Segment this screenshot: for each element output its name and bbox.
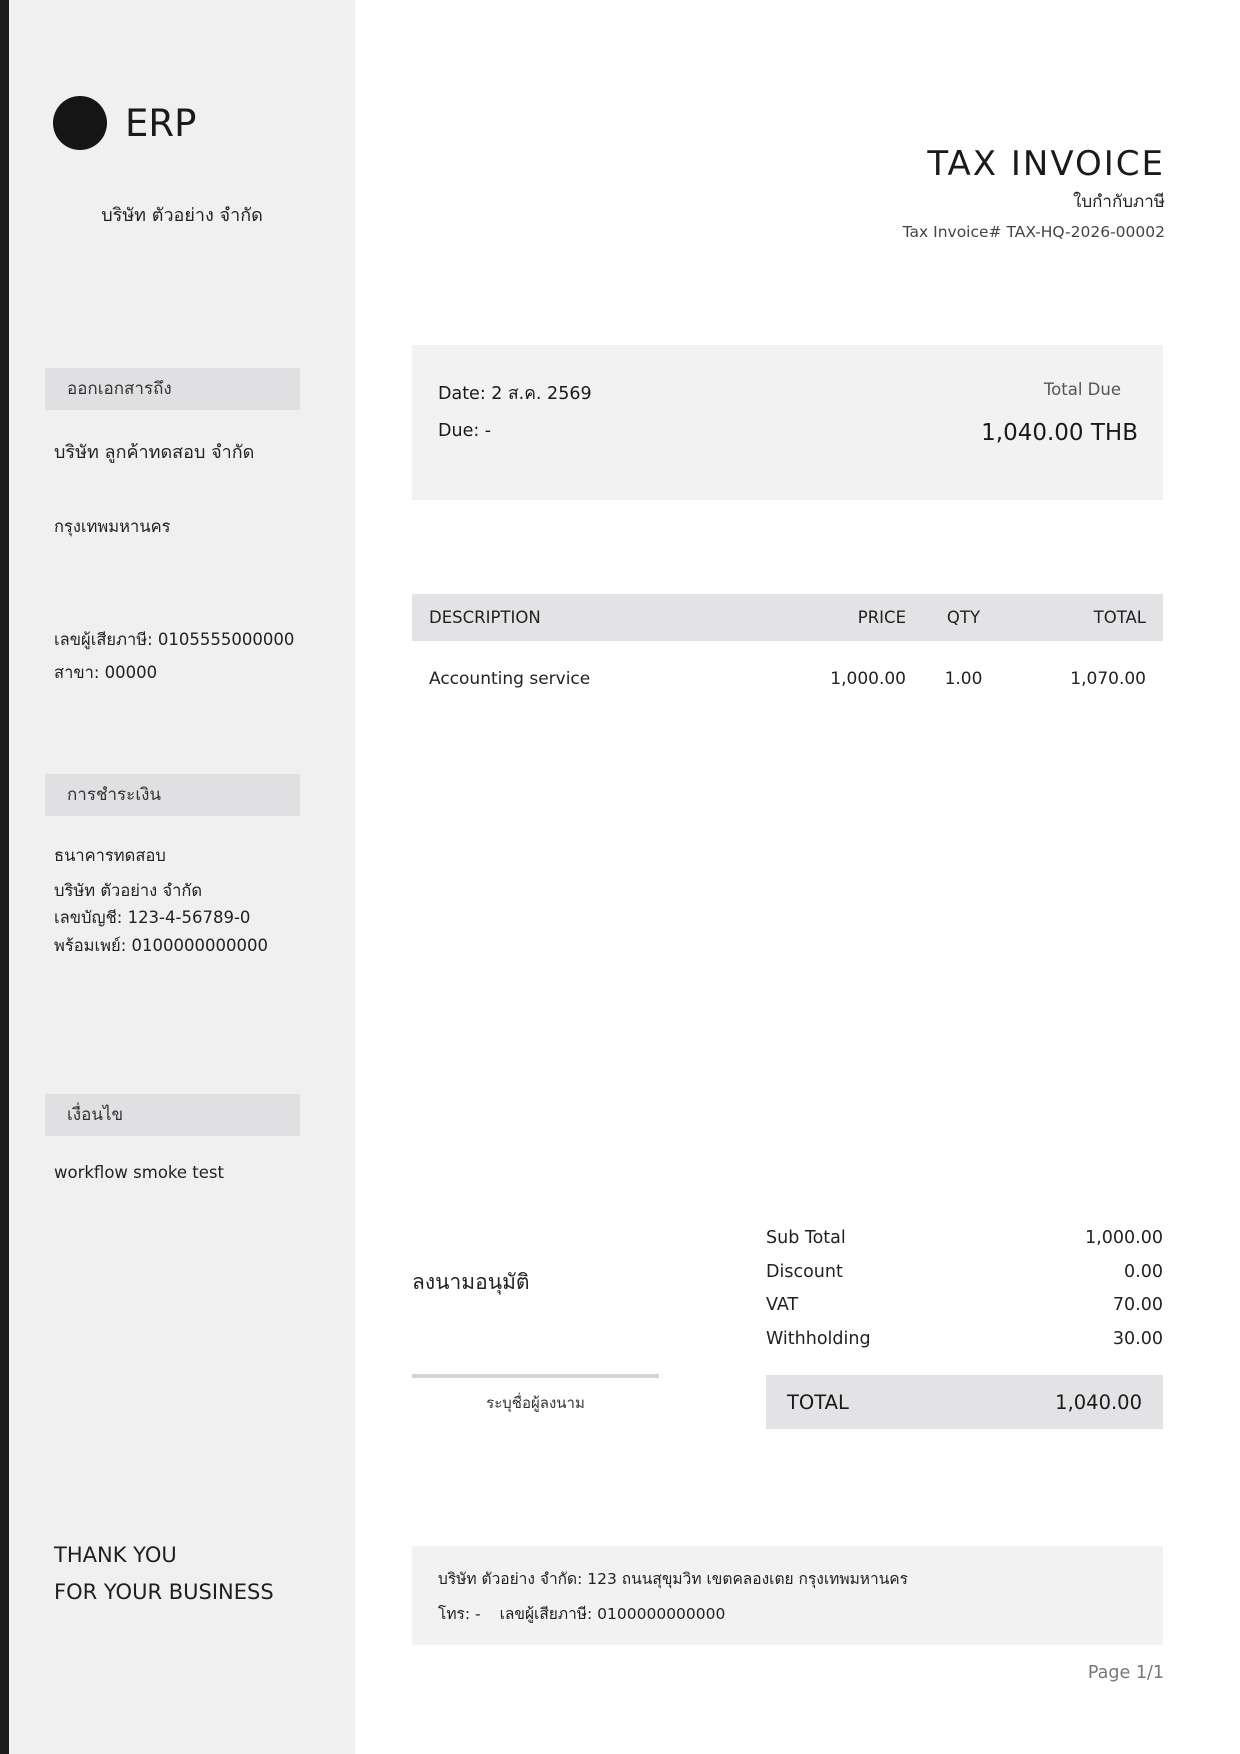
vat-row: VAT 70.00 — [766, 1295, 1163, 1329]
vat-label: VAT — [766, 1295, 799, 1315]
table-header-row: DESCRIPTION PRICE QTY TOTAL — [412, 594, 1163, 641]
withholding-value: 30.00 — [1112, 1328, 1163, 1349]
invoice-due: Due: - — [438, 421, 492, 441]
grand-total-label: TOTAL — [787, 1390, 849, 1414]
sidebar — [9, 0, 355, 1754]
total-due-value: 1,040.00 THB — [981, 420, 1138, 446]
document-title: TAX INVOICE — [927, 144, 1165, 184]
payment-account-number: เลขบัญชี: 123-4-56789-0 — [54, 908, 251, 927]
customer-tax-id: เลขผู้เสียภาษี: 0105555000000 — [54, 630, 295, 649]
discount-label: Discount — [766, 1261, 843, 1282]
payment-bank: ธนาคารทดสอบ — [54, 846, 166, 865]
total-due-label: Total Due — [1043, 380, 1121, 399]
page-number: Page 1/1 — [1087, 1663, 1164, 1683]
thank-you-line-1: THANK YOU — [54, 1543, 177, 1567]
vat-value: 70.00 — [1112, 1295, 1163, 1315]
footer-address: บริษัท ตัวอย่าง จำกัด: 123 ถนนสุขุมวิท เ… — [438, 1570, 908, 1588]
item-qty: 1.00 — [944, 668, 983, 689]
bill-to-heading: ออกเอกสารถึง — [45, 368, 300, 410]
company-logo: ERP — [53, 96, 196, 150]
discount-row: Discount 0.00 — [766, 1262, 1163, 1296]
subtotal-row: Sub Total 1,000.00 — [766, 1228, 1163, 1262]
invoice-summary-box: Date: 2 ส.ค. 2569 Due: - Total Due 1,040… — [412, 345, 1163, 500]
withholding-label: Withholding — [766, 1328, 871, 1349]
footer-phone: โทร: - — [438, 1605, 481, 1623]
grand-total-bar: TOTAL 1,040.00 — [766, 1375, 1163, 1429]
payment-promptpay: พร้อมเพย์: 0100000000000 — [54, 936, 268, 955]
subtotal-value: 1,000.00 — [1085, 1228, 1163, 1248]
grand-total-value: 1,040.00 — [1055, 1390, 1142, 1414]
thank-you-line-2: FOR YOUR BUSINESS — [54, 1580, 274, 1604]
signer-name-placeholder: ระบุชื่อผู้ลงนาม — [486, 1394, 585, 1412]
subtotal-label: Sub Total — [766, 1228, 846, 1248]
footer-tax-id: เลขผู้เสียภาษี: 0100000000000 — [499, 1605, 726, 1623]
payment-account-name: บริษัท ตัวอย่าง จำกัด — [54, 881, 203, 900]
item-price: 1,000.00 — [830, 668, 906, 689]
customer-address: กรุงเทพมหานคร — [54, 517, 171, 536]
column-header-price: PRICE — [792, 594, 923, 641]
signature-line — [412, 1374, 659, 1378]
logo-text: ERP — [125, 101, 197, 145]
logo-circle-icon — [53, 96, 107, 150]
column-header-description: DESCRIPTION — [412, 594, 792, 641]
customer-branch: สาขา: 00000 — [54, 663, 158, 682]
item-description: Accounting service — [429, 668, 591, 689]
company-footer: บริษัท ตัวอย่าง จำกัด: 123 ถนนสุขุมวิท เ… — [412, 1546, 1163, 1645]
signature-title: ลงนามอนุมัติ — [412, 1270, 530, 1294]
item-total: 1,070.00 — [1070, 668, 1146, 689]
withholding-row: Withholding 30.00 — [766, 1329, 1163, 1363]
customer-name: บริษัท ลูกค้าทดสอบ จำกัด — [54, 442, 255, 463]
thank-you-note: THANK YOU FOR YOUR BUSINESS — [54, 1537, 274, 1611]
invoice-date: Date: 2 ส.ค. 2569 — [438, 384, 592, 404]
document-subtitle: ใบกำกับภาษี — [1073, 192, 1165, 212]
discount-value: 0.00 — [1124, 1261, 1163, 1282]
column-header-total: TOTAL — [1004, 594, 1163, 641]
conditions-heading: เงื่อนไข — [45, 1094, 300, 1136]
totals-list: Sub Total 1,000.00 Discount 0.00 VAT 70.… — [766, 1228, 1163, 1362]
payment-heading: การชำระเงิน — [45, 774, 300, 816]
company-name: บริษัท ตัวอย่าง จำกัด — [101, 205, 263, 226]
left-edge-bar — [0, 0, 9, 1754]
table-row: Accounting service 1,000.00 1.00 1,070.0… — [412, 641, 1163, 716]
column-header-qty: QTY — [923, 594, 1004, 641]
conditions-text: workflow smoke test — [54, 1163, 224, 1182]
document-number: Tax Invoice# TAX-HQ-2026-00002 — [902, 223, 1165, 241]
line-items-table: DESCRIPTION PRICE QTY TOTAL Accounting s… — [412, 594, 1163, 716]
footer-contact-line: โทร: - เลขผู้เสียภาษี: 0100000000000 — [438, 1601, 1137, 1626]
